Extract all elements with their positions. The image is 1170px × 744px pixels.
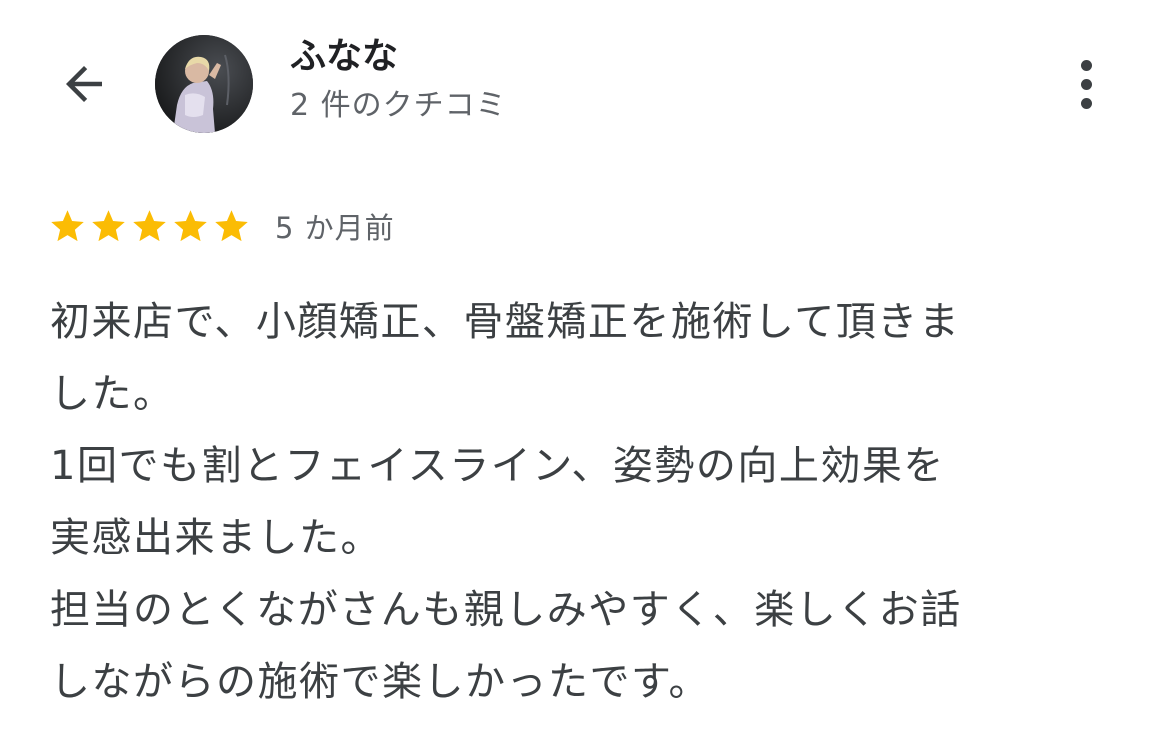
review-text-line: した。 <box>50 371 175 417</box>
more-vert-icon-dot <box>1080 78 1092 90</box>
review-count: 2 件のクチコミ <box>290 88 507 123</box>
review-date: 5 か月前 <box>275 211 395 245</box>
avatar-image <box>155 35 253 133</box>
more-vert-icon <box>1080 59 1092 71</box>
review-text-line: 担当のとくながさんも親しみやすく、楽しくお話 <box>50 587 962 633</box>
more-vert-icon-dot <box>1080 97 1092 109</box>
more-options-button[interactable] <box>1062 52 1110 116</box>
star-icon <box>174 209 207 241</box>
arrow-back-icon <box>66 66 102 102</box>
reviewer-name[interactable]: ふなな <box>290 34 398 80</box>
review-text-line: しながらの施術で楽しかったです。 <box>50 659 710 705</box>
avatar[interactable] <box>155 35 253 133</box>
review-text-line: 初来店で、小顔矯正、骨盤矯正を施術して頂きま <box>50 299 961 345</box>
review-text-line: 1回でも割とフェイスライン、姿勢の向上効果を <box>50 443 945 489</box>
star-icon <box>92 209 125 241</box>
star-rating <box>48 207 251 246</box>
review-text-line: 実感出来ました。 <box>50 515 382 561</box>
star-icon <box>133 209 166 241</box>
back-button[interactable] <box>52 52 116 116</box>
rating-row: 5 か月前 <box>48 204 395 248</box>
star-icon <box>215 209 248 241</box>
star-icon <box>51 209 84 241</box>
review-text: 初来店で、小顔矯正、骨盤矯正を施術して頂きま した。 1回でも割とフェイスライン… <box>50 286 1130 718</box>
